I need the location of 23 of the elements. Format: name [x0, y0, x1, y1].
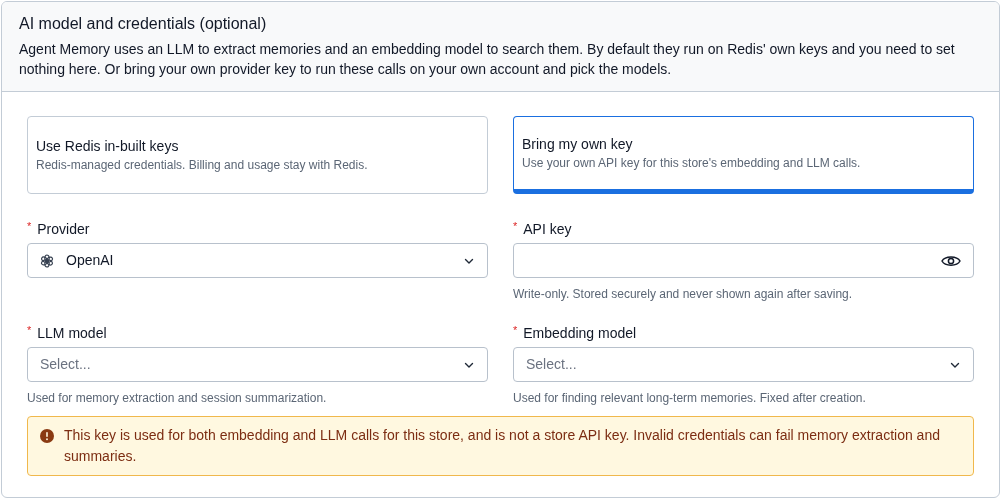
section-title: AI model and credentials (optional): [19, 14, 268, 34]
helper-text: Write-only. Stored securely and never shown again after saving.: [513, 287, 853, 301]
select-field[interactable]: Select...: [513, 347, 974, 382]
section-description: Agent Memory uses an LLM to extract memories and an embedding model to search them. By default they run on Redis' own keys and you need to set nothing here. Or bring your own provider key to run these calls on your own account and pick the models.: [19, 40, 956, 79]
required-mark: *: [513, 324, 518, 336]
select-field[interactable]: OpenAI: [27, 243, 488, 278]
field-label: Embedding model: [523, 324, 637, 342]
helper-text: Used for memory extraction and session summarization.: [27, 391, 327, 405]
select-field[interactable]: Select...: [27, 347, 488, 382]
flower-icon: [40, 253, 54, 268]
password-field[interactable]: [513, 243, 974, 278]
field-label: API key: [523, 220, 572, 238]
option-card[interactable]: Use Redis in-built keys Redis-managed credentials. Billing and usage stay with Redis.: [27, 116, 488, 194]
helper-text: Used for finding relevant long-term memories. Fixed after creation.: [513, 391, 866, 405]
warning-alert: This key is used for both embedding and LLM calls for this store, and is not a store API key. Invalid credentials can fail memory extraction and summaries.: [27, 416, 974, 476]
required-mark: *: [27, 324, 32, 336]
required-mark: *: [27, 220, 32, 232]
exclamation-icon: [40, 429, 54, 443]
option-card[interactable]: Bring my own key Use your own API key for this store's embedding and LLM calls.: [513, 116, 974, 194]
eye-icon[interactable]: [941, 253, 961, 268]
field-label: Provider: [37, 220, 90, 238]
field-label: LLM model: [37, 324, 107, 342]
required-mark: *: [513, 220, 518, 232]
